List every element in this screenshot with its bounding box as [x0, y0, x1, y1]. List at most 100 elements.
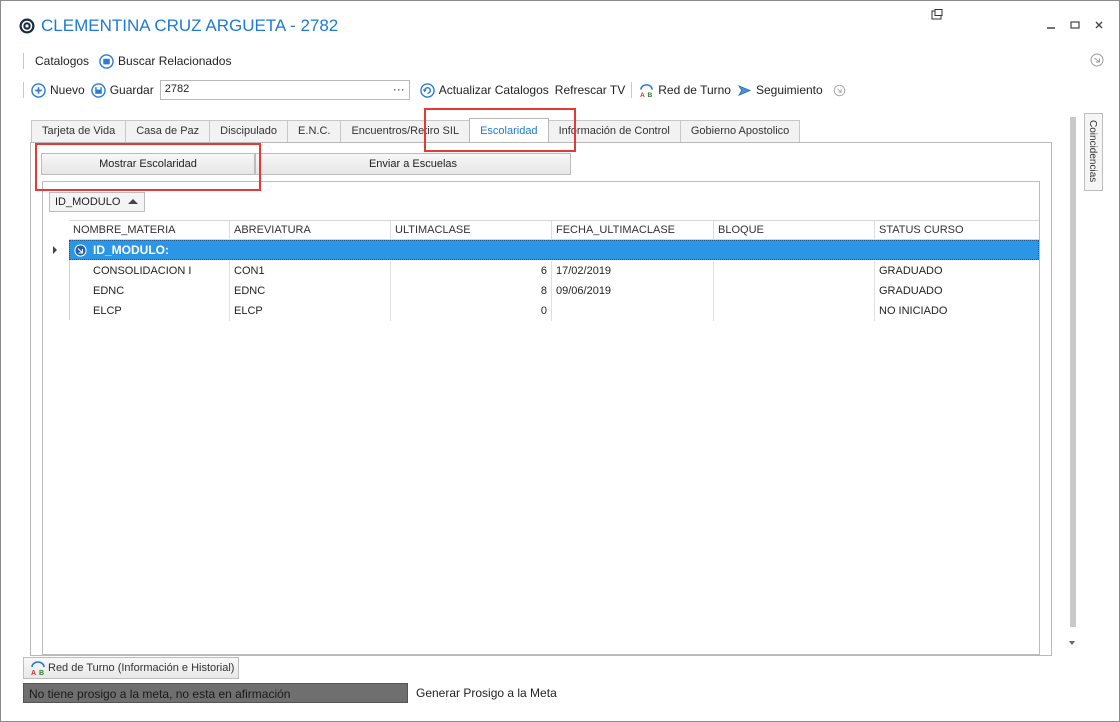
red-turno-icon: A B	[31, 661, 45, 676]
cell-abreviatura: EDNC	[230, 281, 391, 301]
collapse-menu-icon[interactable]	[1090, 53, 1104, 67]
add-icon	[31, 82, 46, 98]
actualizar-label: Actualizar Catalogos	[438, 83, 549, 97]
sort-ascending-icon	[128, 199, 138, 204]
menu-bar: Catalogos Buscar Relacionados	[23, 51, 231, 71]
seguimiento-label: Seguimiento	[755, 83, 823, 97]
cell-ultimaclase: 8	[391, 281, 552, 301]
table-row[interactable]: CONSOLIDACION I CON1 6 17/02/2019 GRADUA…	[69, 261, 1039, 281]
tab-tarjeta-de-vida[interactable]: Tarjeta de Vida	[31, 120, 127, 142]
menu-buscar-label: Buscar Relacionados	[118, 54, 232, 68]
tab-discipulado[interactable]: Discipulado	[209, 120, 289, 142]
tab-escolaridad[interactable]: Escolaridad	[469, 118, 549, 142]
col-header-abreviatura[interactable]: ABREVIATURA	[230, 221, 391, 240]
people-search-icon	[99, 53, 114, 69]
guardar-button[interactable]: Guardar	[90, 82, 154, 98]
app-logo-icon	[19, 18, 35, 34]
cell-abreviatura: CON1	[230, 261, 391, 281]
float-window-icon[interactable]	[931, 9, 943, 21]
cell-bloque	[714, 281, 875, 301]
toolbar-separator-2	[631, 82, 634, 98]
coincidencias-label: Coincidencias	[1087, 120, 1098, 183]
scroll-down-icon[interactable]	[1069, 641, 1075, 645]
col-header-status-curso[interactable]: STATUS CURSO	[875, 221, 1039, 240]
nuevo-label: Nuevo	[50, 83, 85, 97]
mostrar-escolaridad-button[interactable]: Mostrar Escolaridad	[41, 153, 255, 175]
col-header-bloque[interactable]: BLOQUE	[714, 221, 875, 240]
col-header-fecha-ultimaclase[interactable]: FECHA_ULTIMACLASE	[552, 221, 714, 240]
cell-bloque	[714, 261, 875, 281]
group-by-label: ID_MODULO	[55, 196, 121, 208]
cell-nombre-materia: CONSOLIDACION I	[69, 261, 230, 281]
coincidencias-side-tab[interactable]: Coincidencias	[1084, 113, 1103, 191]
red-turno-icon: A B	[640, 83, 654, 98]
svg-text:B: B	[39, 670, 44, 676]
red-de-turno-button[interactable]: A B Red de Turno	[639, 83, 731, 98]
focused-row-indicator	[53, 246, 57, 254]
menu-separator	[23, 53, 25, 69]
toolbar-more-icon[interactable]	[833, 84, 846, 97]
search-combo[interactable]: 2782 ···	[159, 80, 410, 100]
tab-informacion-de-control[interactable]: Información de Control	[547, 120, 681, 142]
guardar-label: Guardar	[109, 83, 154, 97]
col-header-nombre-materia[interactable]: NOMBRE_MATERIA	[69, 221, 230, 240]
cell-status-curso: GRADUADO	[879, 285, 943, 297]
minimize-icon[interactable]	[1045, 19, 1057, 31]
enviar-a-escuelas-button[interactable]: Enviar a Escuelas	[255, 153, 571, 175]
cell-fecha-ultimaclase: 17/02/2019	[552, 261, 714, 281]
cell-fecha-ultimaclase: 09/06/2019	[552, 281, 714, 301]
group-row-label: ID_MODULO:	[93, 243, 169, 257]
play-arrow-icon	[737, 84, 752, 96]
grid-header: NOMBRE_MATERIA ABREVIATURA ULTIMACLASE F…	[69, 220, 1039, 240]
close-icon[interactable]	[1093, 19, 1105, 31]
menu-buscar-relacionados[interactable]: Buscar Relacionados	[99, 53, 232, 69]
cell-status-curso: NO INICIADO	[879, 305, 948, 317]
nuevo-button[interactable]: Nuevo	[31, 82, 85, 98]
generar-prosigo-button[interactable]: Generar Prosigo a la Meta	[416, 686, 557, 700]
group-row[interactable]: ID_MODULO:	[69, 240, 1039, 260]
toolbar-separator	[23, 82, 25, 98]
refrescar-tv-button[interactable]: Refrescar TV	[555, 83, 625, 97]
search-combo-value: 2782	[164, 83, 190, 95]
cell-fecha-ultimaclase	[552, 301, 714, 321]
title-bar: CLEMENTINA CRUZ ARGUETA - 2782	[1, 1, 1119, 47]
menu-catalogos[interactable]: Catalogos	[35, 54, 89, 68]
toolbar: Nuevo Guardar 2782 ··· Actualizar Catalo…	[23, 79, 846, 101]
collapse-group-icon[interactable]	[74, 243, 87, 257]
cell-bloque	[714, 301, 875, 321]
red-turno-label: Red de Turno	[658, 83, 731, 97]
tab-enc[interactable]: E.N.C.	[287, 120, 342, 142]
table-row[interactable]: EDNC EDNC 8 09/06/2019 GRADUADO	[69, 281, 1039, 301]
cell-ultimaclase: 6	[391, 261, 552, 281]
tab-gobierno-apostolico[interactable]: Gobierno Apostolico	[679, 120, 801, 142]
escolaridad-grid: ID_MODULO NOMBRE_MATERIA ABREVIATURA ULT…	[42, 181, 1040, 655]
prosigo-status: No tiene prosigo a la meta, no esta en a…	[23, 683, 408, 703]
window-controls	[1045, 19, 1105, 31]
red-turno-historial-button[interactable]: A B Red de Turno (Información e Historia…	[23, 657, 239, 679]
vertical-scrollbar[interactable]	[1067, 109, 1079, 653]
window-title: CLEMENTINA CRUZ ARGUETA - 2782	[41, 16, 339, 35]
actualizar-catalogos-button[interactable]: Actualizar Catalogos	[419, 82, 549, 98]
cell-nombre-materia: EDNC	[69, 281, 230, 301]
tab-strip: Tarjeta de Vida Casa de Paz Discipulado …	[31, 118, 801, 142]
svg-text:A: A	[31, 670, 36, 676]
cell-status-curso: GRADUADO	[879, 265, 943, 277]
col-header-ultimaclase[interactable]: ULTIMACLASE	[391, 221, 552, 240]
cell-nombre-materia: ELCP	[69, 301, 230, 321]
maximize-icon[interactable]	[1069, 19, 1081, 31]
group-panel: ID_MODULO	[43, 182, 1039, 220]
cell-ultimaclase: 0	[391, 301, 552, 321]
refresh-icon	[419, 82, 435, 98]
seguimiento-button[interactable]: Seguimiento	[737, 83, 846, 98]
table-row[interactable]: ELCP ELCP 0 NO INICIADO	[69, 301, 1039, 321]
tab-casa-de-paz[interactable]: Casa de Paz	[125, 120, 211, 142]
red-turno-historial-label: Red de Turno (Información e Historial)	[48, 662, 235, 674]
svg-text:A: A	[640, 92, 645, 98]
tab-encuentros-retiro-sil[interactable]: Encuentros/Retiro SIL	[340, 120, 471, 142]
scrollbar-thumb[interactable]	[1070, 117, 1076, 627]
save-icon	[90, 82, 106, 98]
cell-abreviatura: ELCP	[230, 301, 391, 321]
svg-text:B: B	[648, 92, 653, 98]
group-by-chip[interactable]: ID_MODULO	[49, 192, 145, 212]
ellipsis-button[interactable]: ···	[393, 82, 405, 96]
